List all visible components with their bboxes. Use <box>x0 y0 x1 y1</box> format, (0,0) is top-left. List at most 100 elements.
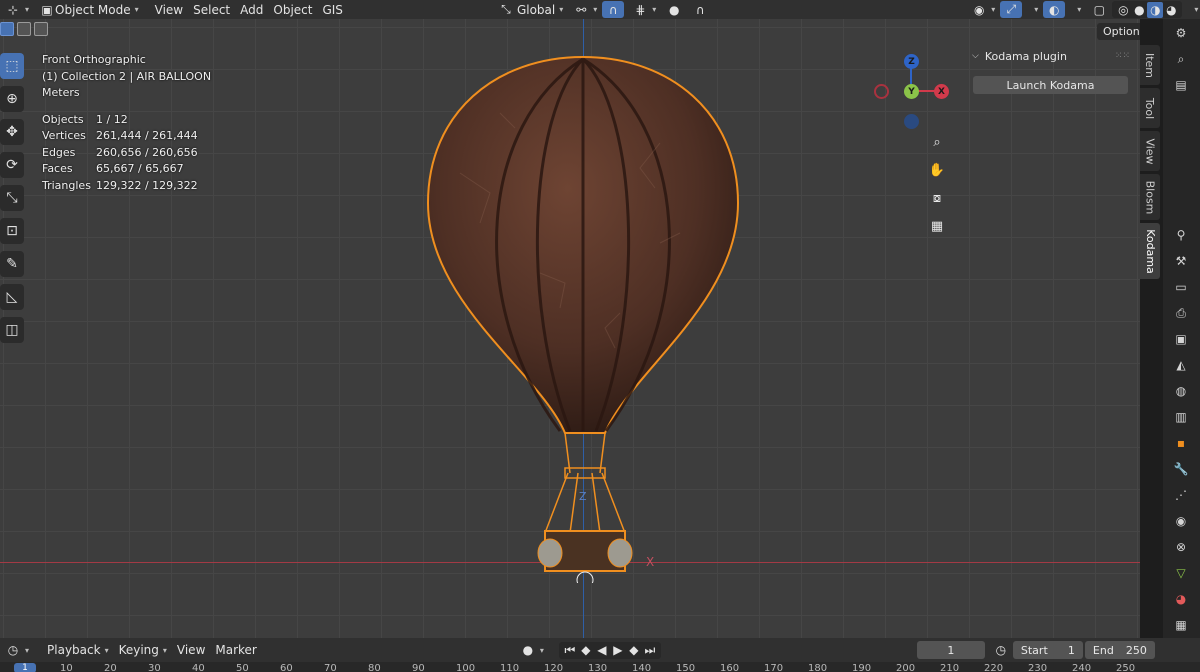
proportional-edit-toggle[interactable]: ● <box>661 1 687 18</box>
particles-properties-icon[interactable]: ⋰ <box>1171 485 1191 505</box>
shading-dropdown[interactable]: ▾ <box>1185 1 1200 18</box>
prev-keyframe-icon[interactable]: ◆ <box>578 642 594 658</box>
frame-tick-label: 120 <box>544 663 564 672</box>
tab-blosm[interactable]: Blosm <box>1140 174 1160 220</box>
transform-orientation-dropdown[interactable]: ⤡ Global ▾ <box>493 1 568 18</box>
camera-icon[interactable]: ⧇ <box>926 187 948 209</box>
editor-type-button[interactable]: ◷ ▾ <box>0 642 34 659</box>
overlays-dropdown[interactable]: ▾ <box>1068 1 1086 18</box>
menu-marker[interactable]: Marker <box>210 642 261 659</box>
rotate-tool-icon[interactable]: ⟳ <box>0 152 24 178</box>
select-subtract-mode-icon[interactable] <box>34 22 48 36</box>
move-tool-icon[interactable]: ✥ <box>0 119 24 145</box>
menu-keying[interactable]: Keying ▾ <box>114 642 172 659</box>
menu-object[interactable]: Object <box>268 1 317 18</box>
falloff-dropdown[interactable]: ∩ <box>687 1 713 18</box>
next-keyframe-icon[interactable]: ◆ <box>626 642 642 658</box>
menu-select[interactable]: Select <box>188 1 235 18</box>
play-reverse-icon[interactable]: ◀ <box>594 642 610 658</box>
launch-kodama-button[interactable]: Launch Kodama <box>973 76 1128 94</box>
perspective-grid-icon[interactable]: ▦ <box>926 215 948 237</box>
menu-view[interactable]: View <box>150 1 188 18</box>
jump-start-icon[interactable]: ⏮ <box>562 642 578 658</box>
modifier-properties-icon[interactable]: 🔧 <box>1171 459 1191 479</box>
tab-tool[interactable]: Tool <box>1140 88 1160 128</box>
view-layer-icon[interactable]: ▣ <box>1171 329 1191 349</box>
play-icon[interactable]: ▶ <box>610 642 626 658</box>
auto-keying-toggle[interactable]: ● ▾ <box>515 642 549 659</box>
editor-type-icon[interactable]: ⚙ <box>1171 23 1191 43</box>
measure-tool-icon[interactable]: ◺ <box>0 284 24 310</box>
options-dropdown[interactable]: Options ▾ <box>1097 23 1140 40</box>
gizmo-z-negative[interactable] <box>904 114 919 129</box>
select-new-mode-icon[interactable] <box>0 22 14 36</box>
wireframe-shading-icon[interactable]: ◎ <box>1115 2 1131 18</box>
navigation-gizmo[interactable]: Z Y X <box>870 50 952 132</box>
solid-shading-icon[interactable]: ● <box>1131 2 1147 18</box>
stopwatch-icon[interactable]: ◷ <box>993 642 1009 658</box>
menu-view[interactable]: View <box>172 642 210 659</box>
editor-type-button[interactable]: ⊹ ▾ <box>0 1 34 18</box>
tab-item[interactable]: Item <box>1140 45 1160 85</box>
select-extend-mode-icon[interactable] <box>17 22 31 36</box>
overlay-circles-icon: ◐ <box>1049 2 1060 17</box>
xray-toggle[interactable]: ▢ <box>1086 1 1112 18</box>
gizmo-toggle[interactable]: ⤢ <box>1000 1 1023 18</box>
physics-properties-icon[interactable]: ◉ <box>1171 511 1191 531</box>
mode-dropdown[interactable]: ▣ Object Mode ▾ <box>34 1 144 18</box>
rendered-shading-icon[interactable]: ◕ <box>1163 2 1179 18</box>
gizmo-dropdown[interactable]: ▾ <box>1025 1 1043 18</box>
pivot-point-dropdown[interactable]: ⚯ ▾ <box>568 1 602 18</box>
pan-hand-icon[interactable]: ✋ <box>926 159 948 181</box>
panel-header[interactable]: ⌵ Kodama plugin ⁙⁙ <box>962 45 1138 67</box>
zoom-icon[interactable]: ⌕ <box>926 131 948 153</box>
constraints-properties-icon[interactable]: ⊗ <box>1171 537 1191 557</box>
scale-tool-icon[interactable]: ⤡ <box>0 185 24 211</box>
texture-properties-icon[interactable]: ▦ <box>1171 615 1191 635</box>
air-balloon-model[interactable] <box>420 53 750 583</box>
clock-icon: ◷ <box>7 643 19 657</box>
gizmo-y-positive[interactable]: Y <box>904 84 919 99</box>
current-frame-value: 1 <box>947 643 955 657</box>
add-cube-tool-icon[interactable]: ◫ <box>0 317 24 343</box>
menu-playback[interactable]: Playback ▾ <box>42 642 114 659</box>
filter-icon[interactable]: ⚲ <box>1171 225 1191 245</box>
render-properties-icon[interactable]: ▭ <box>1171 277 1191 297</box>
gizmo-x-negative[interactable] <box>874 84 889 99</box>
select-box-tool-icon[interactable]: ⬚ <box>0 53 24 79</box>
collection-properties-icon[interactable]: ▥ <box>1171 407 1191 427</box>
menu-add[interactable]: Add <box>235 1 268 18</box>
object-properties-icon[interactable]: ▪ <box>1171 433 1191 453</box>
material-properties-icon[interactable]: ◕ <box>1171 589 1191 609</box>
playhead[interactable]: 1 <box>14 663 36 672</box>
frame-ruler[interactable]: 10 20 30 40 50 60 70 80 90 100 110 120 130 140 150 160 1… <box>0 662 1200 672</box>
sidebar-tabs: Item Tool View Blosm Kodama <box>1140 45 1163 295</box>
overlays-toggle[interactable]: ◐ <box>1043 1 1066 18</box>
current-frame-field[interactable]: 1 <box>916 641 985 659</box>
search-icon[interactable]: ⌕ <box>1171 49 1191 69</box>
output-properties-icon[interactable]: ⎙ <box>1171 303 1191 323</box>
tool-settings-icon[interactable]: ⚒ <box>1171 251 1191 271</box>
3d-viewport[interactable]: Z X Front Orthographic (1) Collection 2 … <box>0 19 1140 638</box>
world-properties-icon[interactable]: ◍ <box>1171 381 1191 401</box>
tab-kodama[interactable]: Kodama <box>1140 223 1160 279</box>
cursor-tool-icon[interactable]: ⊕ <box>0 86 24 112</box>
frame-tick-label: 150 <box>676 663 696 672</box>
snap-target-dropdown[interactable]: ⋕ ▾ <box>627 1 661 18</box>
scene-properties-icon[interactable]: ◭ <box>1171 355 1191 375</box>
gizmo-x-positive[interactable]: X <box>934 84 949 99</box>
outliner-icon[interactable]: ▤ <box>1171 75 1191 95</box>
jump-end-icon[interactable]: ⏭ <box>642 642 658 658</box>
start-frame-field[interactable]: Start 1 <box>1012 641 1083 659</box>
end-frame-field[interactable]: End 250 <box>1084 641 1155 659</box>
tab-view[interactable]: View <box>1140 131 1160 171</box>
snap-toggle[interactable]: ∩ <box>602 1 625 18</box>
menu-gis[interactable]: GIS <box>317 1 347 18</box>
annotate-tool-icon[interactable]: ✎ <box>0 251 24 277</box>
visibility-dropdown[interactable]: ◉ ▾ <box>966 1 1000 18</box>
material-shading-icon[interactable]: ◑ <box>1147 1 1164 18</box>
transform-tool-icon[interactable]: ⊡ <box>0 218 24 244</box>
drag-handle-icon[interactable]: ⁙⁙ <box>1115 51 1130 61</box>
gizmo-z-positive[interactable]: Z <box>904 54 919 69</box>
data-properties-icon[interactable]: ▽ <box>1171 563 1191 583</box>
